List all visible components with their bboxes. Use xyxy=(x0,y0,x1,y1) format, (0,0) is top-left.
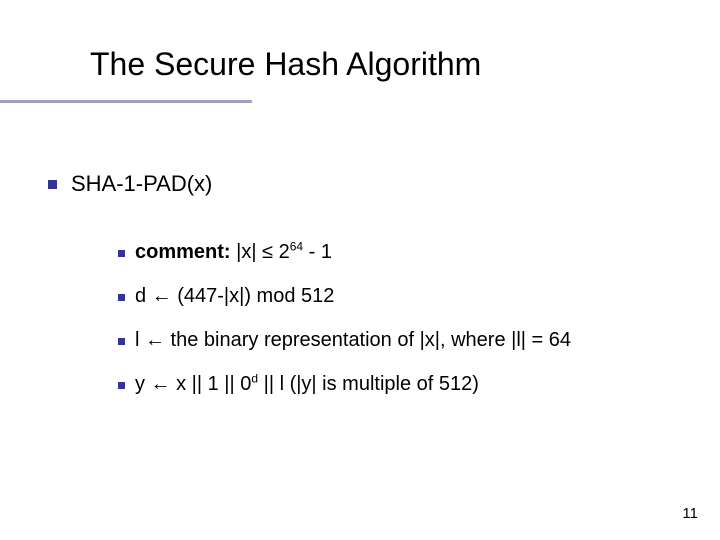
level2-item: y ← x || 1 || 0d || l (|y| is multiple o… xyxy=(118,372,479,396)
comment-label: comment: xyxy=(135,241,231,263)
level2-text: d ← (447-|x|) mod 512 xyxy=(135,284,334,308)
expr-a: y ← x || 1 || 0 xyxy=(135,373,251,395)
level1-text: SHA-1-PAD(x) xyxy=(71,170,212,198)
level2-item: comment: |x| ≤ 264 - 1 xyxy=(118,240,332,264)
comment-body-a: |x| ≤ 2 xyxy=(231,241,290,263)
level2-text: l ← the binary representation of |x|, wh… xyxy=(135,328,571,352)
slide: The Secure Hash Algorithm SHA-1-PAD(x) c… xyxy=(0,0,720,540)
level2-text: y ← x || 1 || 0d || l (|y| is multiple o… xyxy=(135,372,479,396)
level2-item: l ← the binary representation of |x|, wh… xyxy=(118,328,571,352)
comment-body-b: - 1 xyxy=(303,241,332,263)
page-number: 11 xyxy=(682,505,698,522)
bullet-square-icon xyxy=(118,338,125,345)
level2-text: comment: |x| ≤ 264 - 1 xyxy=(135,240,332,264)
expr-b: || l (|y| is multiple of 512) xyxy=(258,373,479,395)
bullet-square-icon xyxy=(118,382,125,389)
title-underline xyxy=(0,100,252,103)
level1-item: SHA-1-PAD(x) xyxy=(48,170,212,198)
superscript: 64 xyxy=(290,239,303,253)
bullet-square-icon xyxy=(48,180,57,189)
bullet-square-icon xyxy=(118,250,125,257)
level2-item: d ← (447-|x|) mod 512 xyxy=(118,284,334,308)
bullet-square-icon xyxy=(118,294,125,301)
slide-title: The Secure Hash Algorithm xyxy=(90,46,481,83)
